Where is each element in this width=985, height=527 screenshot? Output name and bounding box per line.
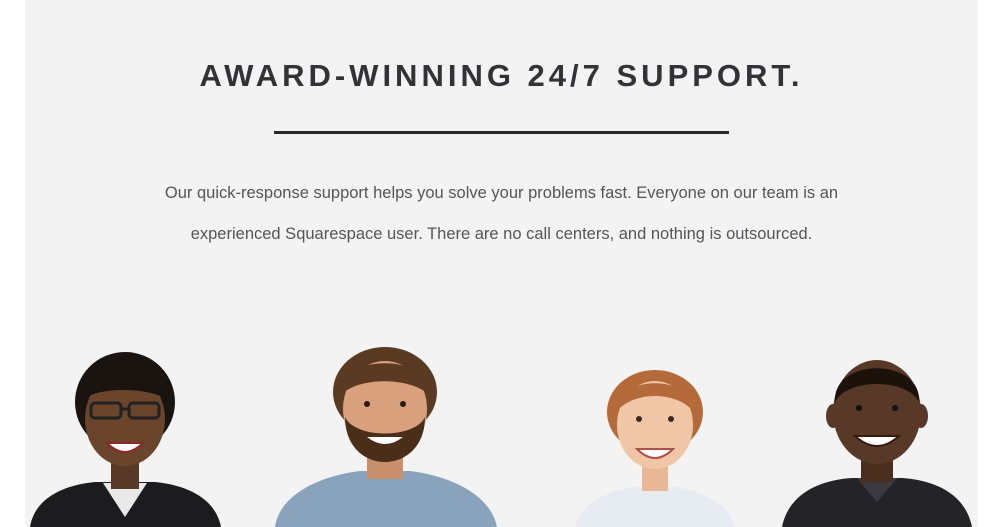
section-title: AWARD-WINNING 24/7 SUPPORT.	[199, 58, 804, 93]
bearded-man-photo	[265, 347, 505, 527]
woman-with-glasses-photo	[25, 347, 225, 527]
description-line-1: Our quick-response support helps you sol…	[164, 184, 839, 202]
title-divider	[274, 131, 729, 134]
red-haired-woman-photo	[565, 367, 745, 527]
smiling-man-photo	[777, 352, 977, 527]
support-section: AWARD-WINNING 24/7 SUPPORT. Our quick-re…	[25, 0, 978, 527]
section-description: Our quick-response support helps you sol…	[25, 173, 978, 255]
description-line-2: experienced Squarespace user. There are …	[190, 225, 813, 243]
